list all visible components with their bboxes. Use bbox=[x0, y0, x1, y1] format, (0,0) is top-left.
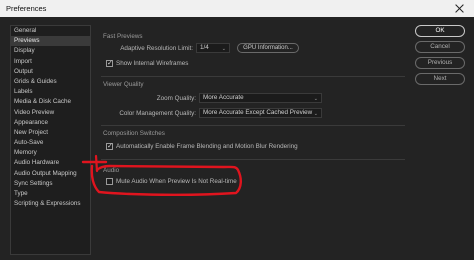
red-annotation-mark bbox=[81, 154, 242, 197]
